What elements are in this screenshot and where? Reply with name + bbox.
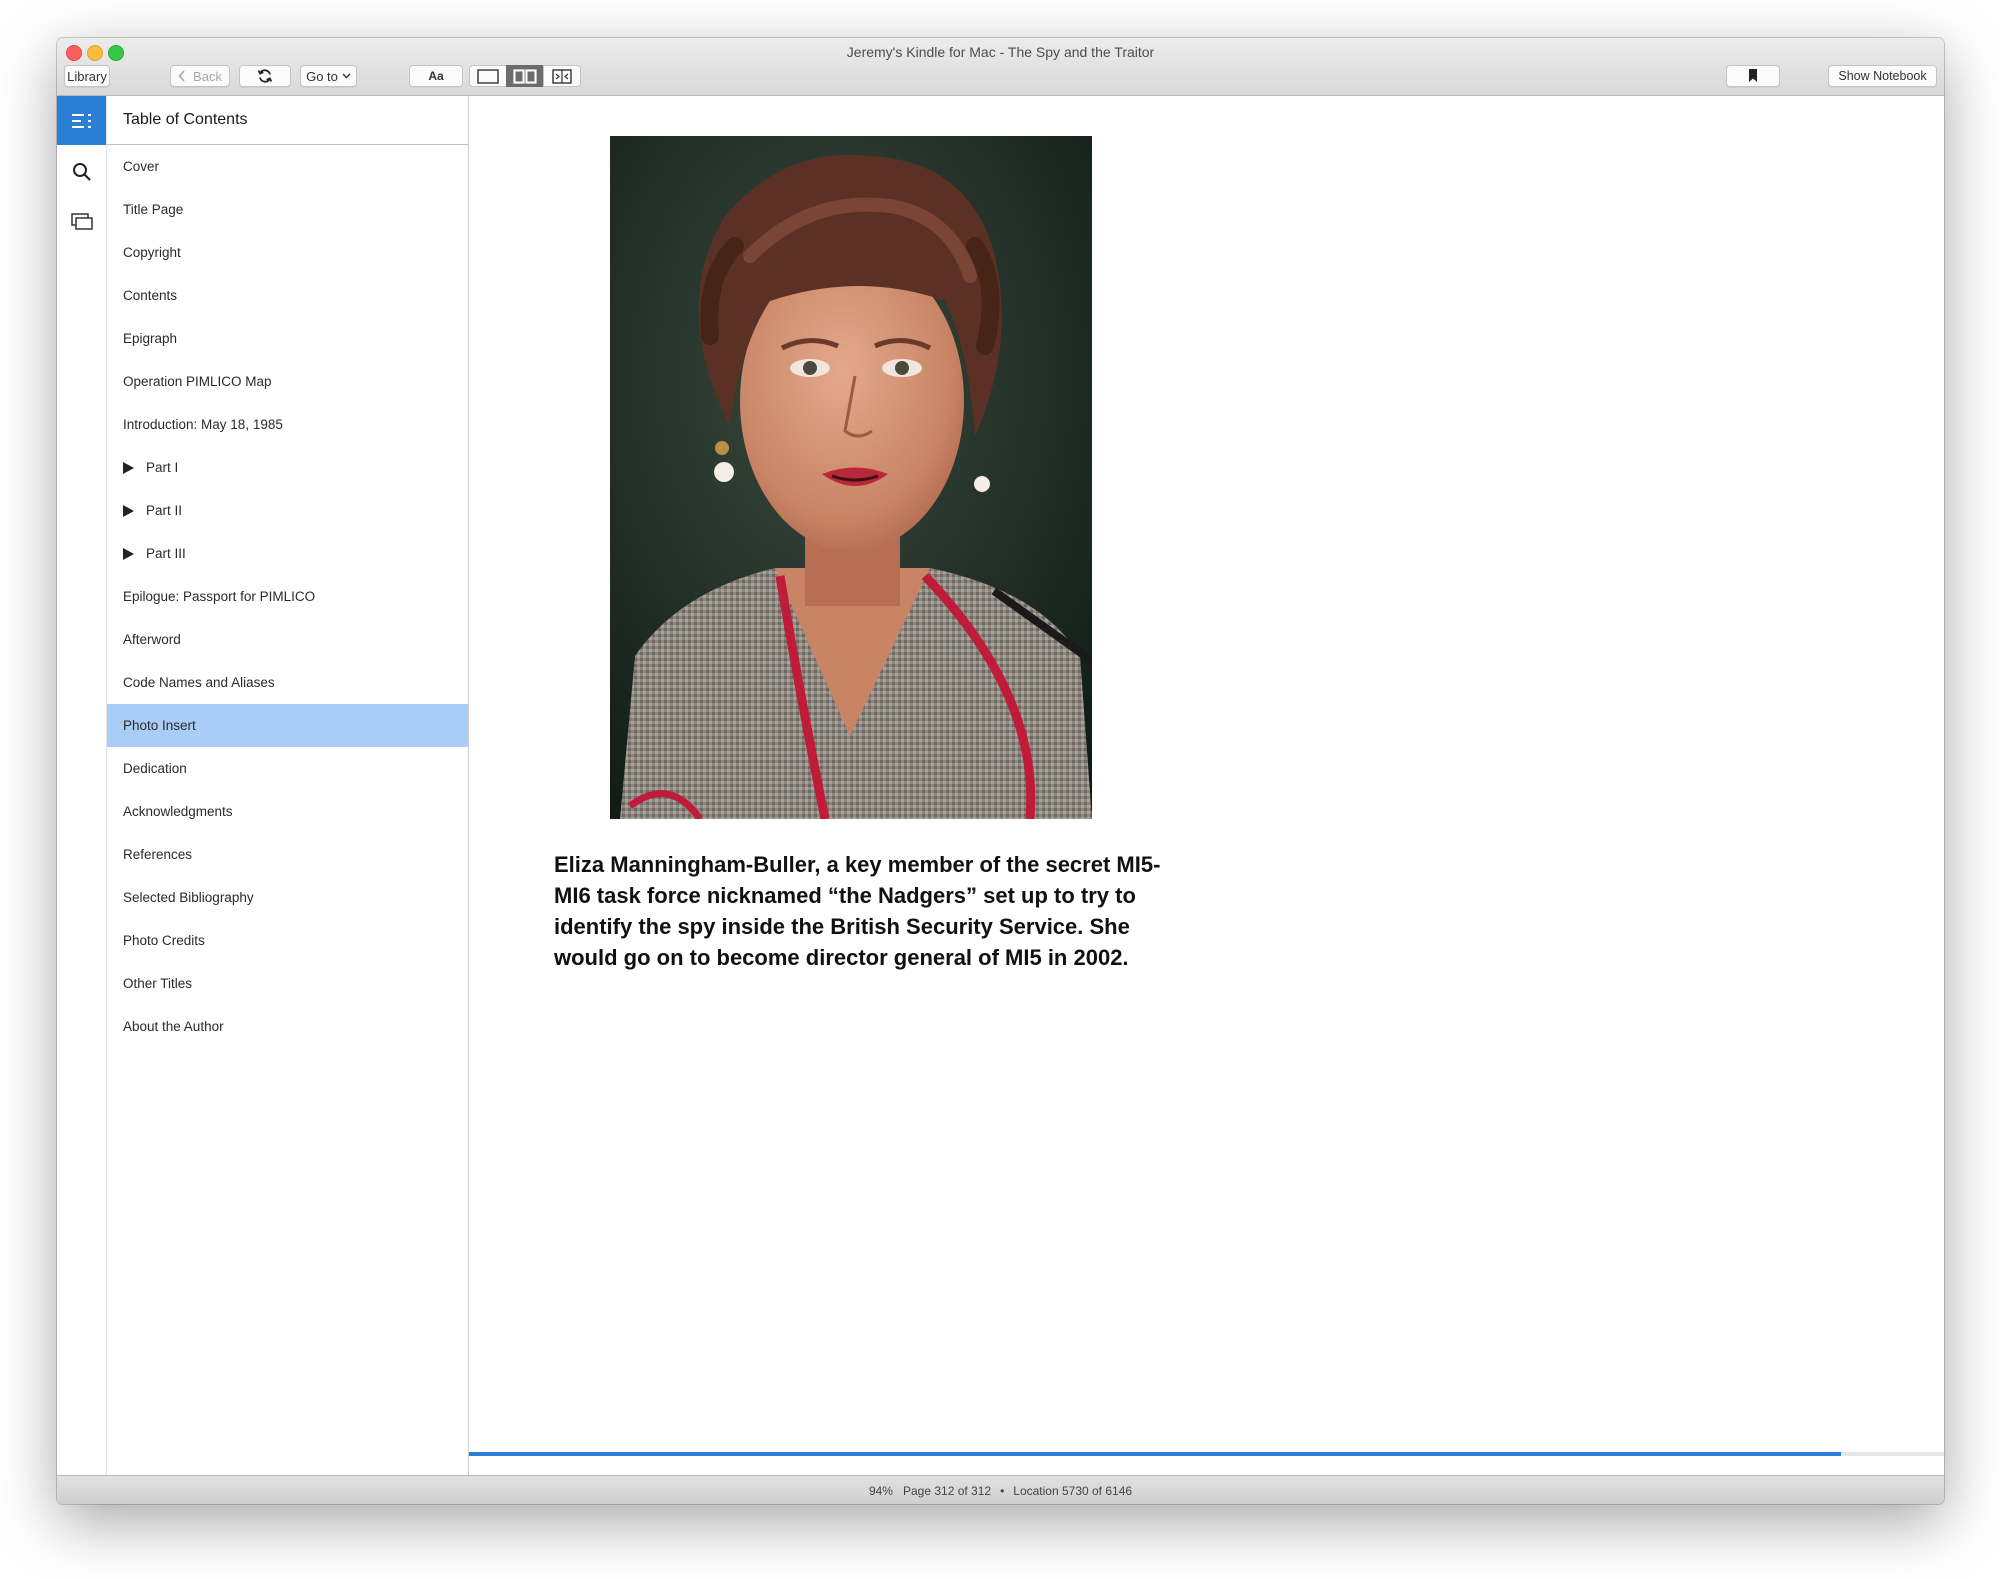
toc-item-label: Title Page (123, 202, 184, 217)
single-page-icon (477, 68, 499, 84)
toc-item-label: Contents (123, 288, 178, 303)
status-bar: 94% Page 312 of 312 • Location 5730 of 6… (57, 1475, 1944, 1504)
search-icon (72, 162, 91, 181)
toc-item[interactable]: Photo Credits (107, 919, 468, 962)
page-indicator: Page 312 of 312 (902, 1483, 992, 1498)
toc-item[interactable]: Operation PIMLICO Map (107, 360, 468, 403)
fullscreen-icon (552, 68, 572, 84)
disclosure-triangle-icon[interactable] (123, 547, 134, 560)
toc-item-label: Cover (123, 159, 160, 174)
reading-pane[interactable]: Eliza Manningham-Buller, a key member of… (469, 96, 1944, 1475)
photo-caption: Eliza Manningham-Buller, a key member of… (554, 852, 1161, 970)
toc-item[interactable]: Introduction: May 18, 1985 (107, 403, 468, 446)
goto-label: Go to (306, 68, 338, 84)
toc-icon (71, 113, 91, 128)
sidebar-rail (57, 96, 107, 1475)
toc-item[interactable]: Other Titles (107, 962, 468, 1005)
bookmark-icon (1749, 69, 1757, 82)
status-separator: • (1000, 1483, 1005, 1498)
location-indicator: Location 5730 of 6146 (1013, 1483, 1133, 1498)
toc-item[interactable]: Part III (107, 532, 468, 575)
sync-button[interactable] (239, 65, 291, 87)
toc-item[interactable]: Cover (107, 145, 468, 188)
chevron-down-icon (342, 73, 351, 79)
two-page-icon (513, 68, 537, 84)
title-bar: Jeremy's Kindle for Mac - The Spy and th… (57, 38, 1944, 96)
toc-item-label: Part III (146, 546, 186, 561)
flashcards-tab-button[interactable] (57, 197, 106, 246)
toc-item[interactable]: References (107, 833, 468, 876)
single-page-view-button[interactable] (469, 65, 507, 87)
font-settings-button[interactable]: Aa (409, 65, 463, 87)
flashcards-icon (70, 212, 93, 230)
toc-list: Cover Title Page Copyright Contents Epigraph… (107, 145, 468, 1048)
toc-item-label: Part II (146, 503, 183, 518)
toc-item[interactable]: Selected Bibliography (107, 876, 468, 919)
toc-item-label: Copyright (123, 245, 181, 260)
toc-item[interactable]: Part II (107, 489, 468, 532)
show-notebook-button[interactable]: Show Notebook (1828, 65, 1937, 87)
toc-item[interactable]: Photo Insert (107, 704, 468, 747)
portrait-illustration (610, 136, 1092, 819)
toc-header: Table of Contents (107, 96, 468, 145)
toc-item-label: Photo Insert (123, 718, 196, 733)
portrait-photo (610, 136, 1092, 819)
toc-item[interactable]: Part I (107, 446, 468, 489)
toc-item-label: Other Titles (123, 976, 193, 991)
toc-item-label: Operation PIMLICO Map (123, 374, 272, 389)
toc-item[interactable]: Title Page (107, 188, 468, 231)
reading-progress-bar[interactable] (469, 1452, 1944, 1456)
view-mode-control (469, 65, 581, 87)
toc-item-label: References (123, 847, 193, 862)
toc-item[interactable]: Epilogue: Passport for PIMLICO (107, 575, 468, 618)
toc-item[interactable]: Epigraph (107, 317, 468, 360)
toc-item-label: Acknowledgments (123, 804, 233, 819)
toc-item[interactable]: Acknowledgments (107, 790, 468, 833)
search-tab-button[interactable] (57, 147, 106, 196)
toc-item-label: Epilogue: Passport for PIMLICO (123, 589, 316, 604)
bookmark-button[interactable] (1726, 65, 1780, 87)
library-button[interactable]: Library (64, 65, 110, 87)
toc-item[interactable]: Code Names and Aliases (107, 661, 468, 704)
two-page-view-button[interactable] (506, 65, 544, 87)
toc-item-label: Introduction: May 18, 1985 (123, 417, 283, 432)
window-title: Jeremy's Kindle for Mac - The Spy and th… (846, 44, 1155, 60)
toc-item[interactable]: Dedication (107, 747, 468, 790)
toc-item-label: Epigraph (123, 331, 178, 346)
goto-dropdown[interactable]: Go to (300, 65, 357, 87)
toc-item-label: Dedication (123, 761, 187, 776)
toc-tab-button[interactable] (57, 96, 106, 145)
toc-item[interactable]: Copyright (107, 231, 468, 274)
toc-item[interactable]: About the Author (107, 1005, 468, 1048)
toc-item[interactable]: Contents (107, 274, 468, 317)
back-label: Back (193, 68, 222, 84)
toc-item-label: Photo Credits (123, 933, 205, 948)
reading-progress-fill (469, 1452, 1841, 1456)
toc-item[interactable]: Afterword (107, 618, 468, 661)
disclosure-triangle-icon[interactable] (123, 504, 134, 517)
toc-item-label: Part I (146, 460, 179, 475)
disclosure-triangle-icon[interactable] (123, 461, 134, 474)
chevron-left-icon (178, 70, 185, 82)
sync-icon (257, 69, 273, 83)
table-of-contents-panel: Table of Contents Cover Title Page Copyrig… (107, 96, 469, 1475)
kindle-window: Jeremy's Kindle for Mac - The Spy and th… (57, 38, 1944, 1504)
fullscreen-view-button[interactable] (543, 65, 581, 87)
back-button[interactable]: Back (170, 65, 230, 87)
toc-item-label: Code Names and Aliases (123, 675, 275, 690)
progress-percent: 94% (868, 1483, 893, 1498)
toc-item-label: Afterword (123, 632, 181, 647)
toc-item-label: About the Author (123, 1019, 224, 1034)
toc-item-label: Selected Bibliography (123, 890, 254, 905)
